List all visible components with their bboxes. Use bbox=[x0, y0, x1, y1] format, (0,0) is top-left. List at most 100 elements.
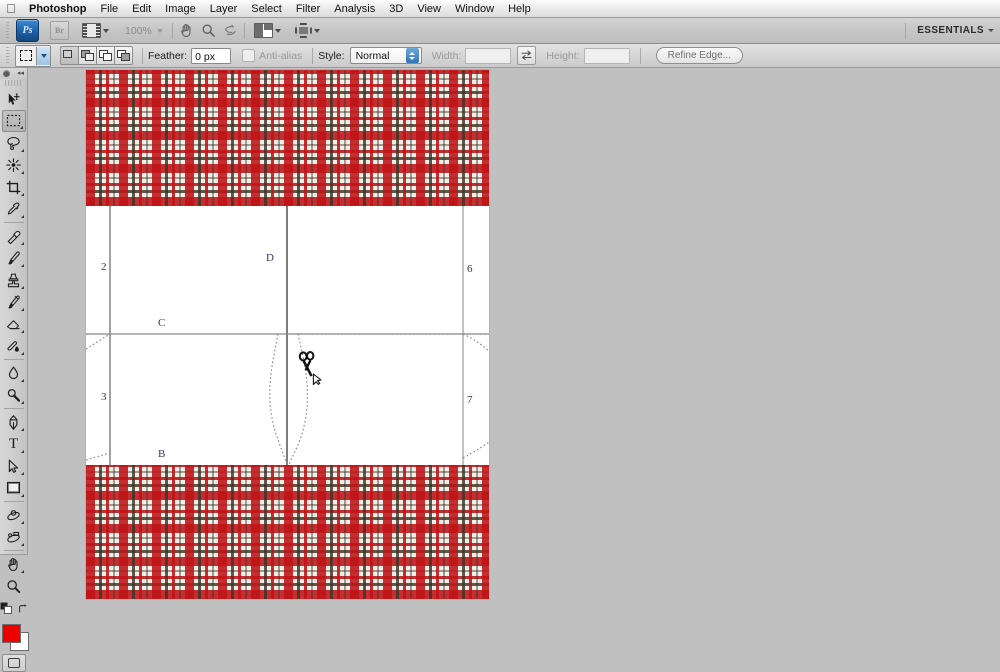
arrange-documents-icon bbox=[254, 23, 273, 38]
path-selection-tool[interactable] bbox=[2, 455, 26, 477]
anti-alias-label: Anti-alias bbox=[259, 50, 302, 62]
menu-item-help[interactable]: Help bbox=[501, 0, 538, 18]
3d-camera-rotate-tool[interactable] bbox=[2, 526, 26, 548]
move-tool[interactable] bbox=[2, 88, 26, 110]
rectangular-marquee-tool[interactable] bbox=[2, 110, 26, 132]
tool-more-icon bbox=[18, 308, 24, 311]
mini-bridge-button[interactable] bbox=[79, 21, 112, 41]
arrange-documents-button[interactable] bbox=[251, 21, 284, 41]
hand-tool-button[interactable] bbox=[178, 22, 195, 39]
tool-options-bar: Feather: 0 px Anti-alias Style: Normal W… bbox=[0, 44, 1000, 68]
blur-tool[interactable] bbox=[2, 362, 26, 384]
feather-input[interactable]: 0 px bbox=[191, 48, 231, 64]
spot-healing-brush-tool[interactable] bbox=[2, 225, 26, 247]
screen-mode-button[interactable] bbox=[292, 21, 323, 41]
new-selection-button[interactable] bbox=[60, 46, 79, 65]
lasso-tool[interactable] bbox=[2, 132, 26, 154]
view-zoom-level[interactable]: 100% bbox=[119, 21, 166, 41]
plaid-fabric-bottom bbox=[86, 465, 489, 599]
chevron-down-icon[interactable] bbox=[36, 47, 50, 65]
menu-item-edit[interactable]: Edit bbox=[125, 0, 158, 18]
menu-item-select[interactable]: Select bbox=[244, 0, 289, 18]
quick-mask-button[interactable] bbox=[2, 654, 26, 672]
tools-panel-header[interactable]: ◂◂ bbox=[0, 68, 27, 79]
pen-tool[interactable] bbox=[2, 411, 26, 433]
menu-item-image[interactable]: Image bbox=[158, 0, 203, 18]
zoom-tool[interactable] bbox=[2, 575, 26, 597]
select-arrows-icon bbox=[406, 48, 419, 63]
collapse-panel-icon[interactable]: ◂◂ bbox=[17, 70, 24, 77]
tool-more-icon bbox=[18, 401, 24, 404]
pattern-label-7: 7 bbox=[467, 394, 473, 406]
tool-more-icon bbox=[18, 171, 24, 174]
rectangle-shape-tool[interactable] bbox=[2, 477, 26, 499]
intersect-with-selection-button[interactable] bbox=[114, 46, 133, 65]
tool-more-icon bbox=[18, 330, 24, 333]
canvas-work-area[interactable]: 2 D C B 3 6 7 bbox=[29, 69, 1000, 625]
subtract-from-selection-button[interactable] bbox=[96, 46, 115, 65]
menu-item-file[interactable]: File bbox=[93, 0, 125, 18]
default-colors-icon[interactable] bbox=[0, 601, 12, 619]
brush-tool[interactable] bbox=[2, 247, 26, 269]
tools-divider-1 bbox=[4, 222, 24, 223]
width-input[interactable] bbox=[465, 48, 511, 64]
feather-label: Feather: bbox=[148, 50, 187, 62]
swap-dimensions-button[interactable] bbox=[517, 46, 536, 65]
menu-item-photoshop[interactable]: Photoshop bbox=[22, 0, 93, 18]
pattern-label-D: D bbox=[266, 252, 274, 264]
sewing-pattern-overlay bbox=[86, 206, 489, 465]
eyedropper-tool[interactable] bbox=[2, 198, 26, 220]
close-icon[interactable] bbox=[3, 70, 10, 77]
height-input[interactable] bbox=[584, 48, 630, 64]
workspace-switcher[interactable]: ESSENTIALS bbox=[911, 21, 1000, 41]
tool-preset-picker[interactable] bbox=[15, 45, 51, 67]
add-to-selection-button[interactable] bbox=[78, 46, 97, 65]
tool-more-icon bbox=[18, 286, 24, 289]
application-bar: Ps Br 100% bbox=[0, 18, 1000, 44]
crop-tool[interactable] bbox=[2, 176, 26, 198]
pattern-label-6: 6 bbox=[467, 263, 473, 275]
menu-item-layer[interactable]: Layer bbox=[203, 0, 245, 18]
menu-item-view[interactable]: View bbox=[410, 0, 448, 18]
workspace-label: ESSENTIALS bbox=[917, 21, 984, 41]
tool-more-icon bbox=[18, 149, 24, 152]
menu-item-3d[interactable]: 3D bbox=[382, 0, 410, 18]
swap-colors-icon[interactable] bbox=[18, 601, 28, 619]
style-select[interactable]: Normal bbox=[350, 47, 422, 64]
style-label: Style: bbox=[318, 50, 344, 62]
chevron-down-icon bbox=[314, 29, 320, 33]
rectangular-marquee-icon bbox=[16, 47, 36, 65]
swap-dimensions-icon bbox=[521, 50, 532, 61]
tool-more-icon bbox=[18, 242, 24, 245]
pattern-label-B: B bbox=[158, 448, 165, 460]
eraser-tool[interactable] bbox=[2, 313, 26, 335]
appbar-grip[interactable] bbox=[3, 22, 12, 40]
launch-bridge-button[interactable]: Br bbox=[47, 21, 72, 41]
height-label: Height: bbox=[546, 50, 579, 62]
3d-object-rotate-tool[interactable] bbox=[2, 504, 26, 526]
menu-item-analysis[interactable]: Analysis bbox=[327, 0, 382, 18]
menu-item-filter[interactable]: Filter bbox=[289, 0, 327, 18]
foreground-color-swatch[interactable] bbox=[2, 624, 21, 643]
tool-more-icon bbox=[18, 494, 24, 497]
type-tool[interactable]: T bbox=[2, 433, 26, 455]
dodge-tool[interactable] bbox=[2, 384, 26, 406]
menu-item-window[interactable]: Window bbox=[448, 0, 501, 18]
gradient-tool[interactable] bbox=[2, 335, 26, 357]
anti-alias-checkbox[interactable] bbox=[242, 49, 255, 62]
magic-wand-tool[interactable] bbox=[2, 154, 26, 176]
refine-edge-button[interactable]: Refine Edge... bbox=[656, 47, 743, 64]
hand-tool[interactable] bbox=[2, 553, 26, 575]
zoom-tool-button[interactable] bbox=[200, 22, 217, 39]
pattern-label-2: 2 bbox=[101, 261, 107, 273]
tools-divider-4 bbox=[4, 501, 24, 502]
apple-logo-icon[interactable]:  bbox=[0, 2, 22, 16]
mini-bridge-icon bbox=[82, 23, 101, 38]
history-brush-tool[interactable] bbox=[2, 291, 26, 313]
rotate-view-tool-button[interactable] bbox=[222, 22, 239, 39]
clone-stamp-tool[interactable] bbox=[2, 269, 26, 291]
pattern-label-3: 3 bbox=[101, 391, 107, 403]
appbar-divider-1 bbox=[172, 23, 173, 39]
document-canvas[interactable]: 2 D C B 3 6 7 bbox=[86, 70, 489, 599]
optionsbar-grip[interactable] bbox=[3, 47, 12, 65]
